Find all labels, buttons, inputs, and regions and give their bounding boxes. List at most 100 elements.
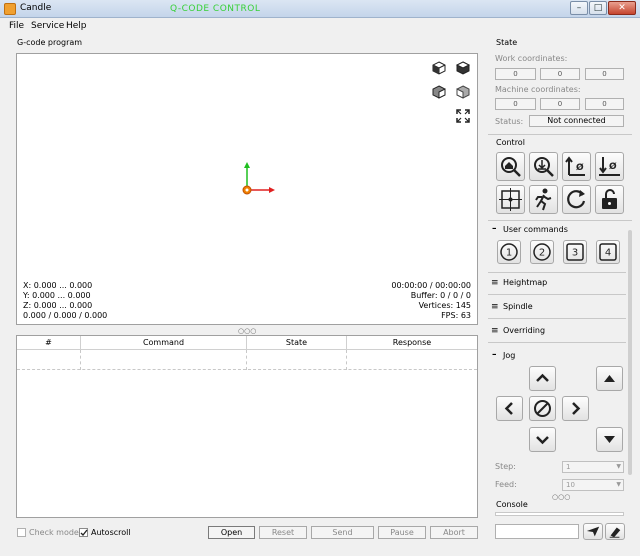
view-left-icon[interactable] — [455, 84, 471, 100]
reset-button[interactable]: Reset — [259, 526, 307, 539]
fit-view-icon[interactable] — [455, 108, 471, 124]
program-table[interactable]: # Command State Response — [16, 335, 478, 518]
table-cell — [81, 350, 247, 370]
control-title: Control — [496, 138, 525, 147]
coord-y-range: Y: 0.000 ... 0.000 — [23, 291, 91, 300]
feed-value: 10 — [566, 481, 575, 489]
user-command-1-button[interactable]: 1 — [497, 240, 521, 264]
unlock-button[interactable] — [595, 185, 624, 214]
check-mode-label: Check mode — [29, 528, 79, 537]
gcode-viewer[interactable]: X: 0.000 ... 0.000 Y: 0.000 ... 0.000 Z:… — [16, 53, 478, 325]
eraser-icon — [609, 527, 621, 538]
home-search-icon — [501, 157, 521, 177]
menu-lines-icon[interactable]: ≡ — [491, 326, 499, 336]
chevron-down-icon — [536, 436, 549, 445]
column-header-number[interactable]: # — [17, 336, 81, 350]
view-front-icon[interactable] — [431, 84, 447, 100]
circle-1-icon: 1 — [500, 243, 518, 261]
svg-text:Ø: Ø — [609, 161, 617, 172]
minimize-button[interactable]: – — [570, 1, 588, 15]
table-cell — [247, 350, 347, 370]
heightmap-section[interactable]: Heightmap — [503, 278, 547, 287]
machine-y-field: 0 — [540, 98, 580, 110]
jog-y-plus-button[interactable] — [529, 366, 556, 391]
menu-bar — [0, 18, 640, 34]
user-commands-title[interactable]: User commands — [503, 225, 568, 234]
check-mode-checkbox[interactable] — [17, 528, 26, 537]
gcode-program-title: G-code program — [17, 38, 83, 47]
jog-stop-button[interactable] — [529, 396, 556, 421]
console-input[interactable] — [495, 524, 579, 539]
console-output[interactable] — [495, 512, 624, 516]
work-coordinates-label: Work coordinates: — [495, 54, 568, 63]
column-header-state[interactable]: State — [247, 336, 347, 350]
jog-x-plus-button[interactable] — [562, 396, 589, 421]
jog-z-plus-button[interactable] — [596, 366, 623, 391]
maximize-button[interactable]: □ — [589, 1, 607, 15]
menu-help[interactable]: Help — [66, 21, 87, 31]
autoscroll-checkbox[interactable] — [79, 528, 88, 537]
unlock-icon — [602, 189, 617, 209]
jog-z-minus-button[interactable] — [596, 427, 623, 452]
chevron-up-icon — [536, 373, 549, 382]
triangle-down-icon — [604, 436, 615, 443]
jog-section[interactable]: Jog — [503, 351, 515, 360]
right-panel-scrollbar[interactable] — [628, 230, 632, 475]
menu-lines-icon[interactable]: ≡ — [491, 278, 499, 288]
work-x-field: 0 — [495, 68, 536, 80]
console-send-button[interactable] — [583, 523, 603, 540]
column-header-response[interactable]: Response — [347, 336, 477, 350]
home-button[interactable] — [496, 152, 525, 181]
square-4-icon: 4 — [599, 243, 617, 261]
circle-2-icon: 2 — [533, 243, 551, 261]
safe-position-button[interactable] — [529, 185, 558, 214]
machine-x-field: 0 — [495, 98, 536, 110]
svg-text:Ø: Ø — [576, 162, 584, 173]
vertices-readout: Vertices: 145 — [418, 301, 471, 310]
overriding-section[interactable]: Overriding — [503, 326, 545, 335]
zero-xy-button[interactable]: Ø — [562, 152, 591, 181]
checkmark-icon — [80, 529, 88, 536]
splitter-handle[interactable]: ○○○ — [552, 493, 570, 501]
reset-controller-button[interactable] — [562, 185, 591, 214]
abort-button[interactable]: Abort — [430, 526, 478, 539]
fps-readout: FPS: 63 — [441, 311, 471, 320]
feed-combobox[interactable]: 10 ▼ — [562, 479, 624, 491]
menu-lines-icon[interactable]: ≡ — [491, 302, 499, 312]
running-person-icon — [535, 188, 552, 211]
user-command-4-button[interactable]: 4 — [596, 240, 620, 264]
send-button[interactable]: Send — [311, 526, 374, 539]
zero-z-icon: Ø — [599, 157, 620, 176]
step-combobox[interactable]: 1 ▼ — [562, 461, 624, 473]
column-header-command[interactable]: Command — [81, 336, 247, 350]
menu-file[interactable]: File — [9, 21, 24, 31]
collapse-icon[interactable]: – — [492, 350, 497, 360]
title-bar — [0, 0, 640, 18]
jog-x-minus-button[interactable] — [496, 396, 523, 421]
close-button[interactable]: ✕ — [608, 1, 636, 15]
splitter-handle[interactable]: ○○○ — [238, 327, 256, 335]
view-iso-icon[interactable] — [431, 60, 447, 76]
jog-y-minus-button[interactable] — [529, 427, 556, 452]
step-label: Step: — [495, 462, 516, 471]
user-command-2-button[interactable]: 2 — [530, 240, 554, 264]
machine-z-field: 0 — [585, 98, 624, 110]
reset-cycle-icon — [567, 190, 586, 209]
console-clear-button[interactable] — [605, 523, 625, 540]
collapse-icon[interactable]: – — [492, 224, 497, 234]
pause-button[interactable]: Pause — [378, 526, 426, 539]
open-button[interactable]: Open — [208, 526, 255, 539]
stop-circle-icon — [534, 400, 551, 417]
faded-caption: Q-CODE CONTROL — [170, 4, 261, 14]
probe-button[interactable] — [529, 152, 558, 181]
user-command-3-label: 3 — [572, 248, 578, 259]
spindle-section[interactable]: Spindle — [503, 302, 533, 311]
step-value: 1 — [566, 463, 571, 471]
menu-service[interactable]: Service — [31, 21, 64, 31]
user-command-3-button[interactable]: 3 — [563, 240, 587, 264]
view-top-icon[interactable] — [455, 60, 471, 76]
restore-origin-button[interactable] — [496, 185, 525, 214]
zero-z-button[interactable]: Ø — [595, 152, 624, 181]
divider — [488, 220, 632, 221]
chevron-left-icon — [504, 402, 513, 415]
